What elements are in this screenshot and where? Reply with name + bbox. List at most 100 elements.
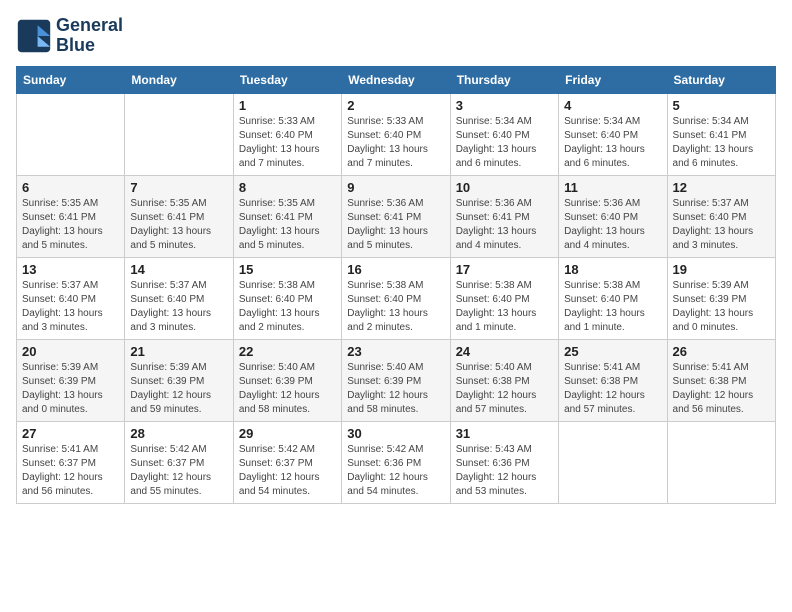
- day-number: 26: [673, 344, 770, 359]
- day-info: Sunrise: 5:33 AM Sunset: 6:40 PM Dayligh…: [347, 115, 444, 171]
- day-info: Sunrise: 5:40 AM Sunset: 6:38 PM Dayligh…: [456, 361, 553, 417]
- day-info: Sunrise: 5:36 AM Sunset: 6:41 PM Dayligh…: [347, 197, 444, 253]
- calendar-cell: 26 Sunrise: 5:41 AM Sunset: 6:38 PM Dayli…: [667, 339, 775, 421]
- day-number: 16: [347, 262, 444, 277]
- day-info: Sunrise: 5:41 AM Sunset: 6:38 PM Dayligh…: [564, 361, 661, 417]
- calendar-cell: 27 Sunrise: 5:41 AM Sunset: 6:37 PM Dayli…: [17, 421, 125, 503]
- day-info: Sunrise: 5:42 AM Sunset: 6:36 PM Dayligh…: [347, 443, 444, 499]
- calendar-header-sunday: Sunday: [17, 66, 125, 93]
- day-info: Sunrise: 5:39 AM Sunset: 6:39 PM Dayligh…: [22, 361, 119, 417]
- day-info: Sunrise: 5:43 AM Sunset: 6:36 PM Dayligh…: [456, 443, 553, 499]
- day-number: 20: [22, 344, 119, 359]
- calendar-cell: 1Sunrise: 5:33 AM Sunset: 6:40 PM Daylig…: [233, 93, 341, 175]
- calendar-cell: 25 Sunrise: 5:41 AM Sunset: 6:38 PM Dayli…: [559, 339, 667, 421]
- calendar-header-saturday: Saturday: [667, 66, 775, 93]
- day-number: 11: [564, 180, 661, 195]
- day-number: 17: [456, 262, 553, 277]
- day-number: 14: [130, 262, 227, 277]
- calendar-week-row: 13 Sunrise: 5:37 AM Sunset: 6:40 PM Dayli…: [17, 257, 776, 339]
- calendar-cell: [559, 421, 667, 503]
- day-number: 29: [239, 426, 336, 441]
- day-info: Sunrise: 5:41 AM Sunset: 6:38 PM Dayligh…: [673, 361, 770, 417]
- day-number: 9: [347, 180, 444, 195]
- day-number: 21: [130, 344, 227, 359]
- calendar-cell: 13 Sunrise: 5:37 AM Sunset: 6:40 PM Dayli…: [17, 257, 125, 339]
- calendar-cell: [17, 93, 125, 175]
- calendar-cell: 2 Sunrise: 5:33 AM Sunset: 6:40 PM Daylig…: [342, 93, 450, 175]
- calendar-header-row: SundayMondayTuesdayWednesdayThursdayFrid…: [17, 66, 776, 93]
- calendar-table: SundayMondayTuesdayWednesdayThursdayFrid…: [16, 66, 776, 504]
- calendar-week-row: 20 Sunrise: 5:39 AM Sunset: 6:39 PM Dayli…: [17, 339, 776, 421]
- calendar-cell: 5 Sunrise: 5:34 AM Sunset: 6:41 PM Daylig…: [667, 93, 775, 175]
- day-info: Sunrise: 5:37 AM Sunset: 6:40 PM Dayligh…: [22, 279, 119, 335]
- day-info: Sunrise: 5:34 AM Sunset: 6:41 PM Dayligh…: [673, 115, 770, 171]
- day-number: 23: [347, 344, 444, 359]
- day-number: 24: [456, 344, 553, 359]
- day-info: Sunrise: 5:36 AM Sunset: 6:40 PM Dayligh…: [564, 197, 661, 253]
- day-number: 10: [456, 180, 553, 195]
- day-number: 22: [239, 344, 336, 359]
- day-number: 13: [22, 262, 119, 277]
- day-info: Sunrise: 5:38 AM Sunset: 6:40 PM Dayligh…: [239, 279, 336, 335]
- logo: General Blue: [16, 16, 123, 56]
- day-info: Sunrise: 5:42 AM Sunset: 6:37 PM Dayligh…: [130, 443, 227, 499]
- calendar-header-friday: Friday: [559, 66, 667, 93]
- day-info: Sunrise: 5:38 AM Sunset: 6:40 PM Dayligh…: [347, 279, 444, 335]
- calendar-cell: 24 Sunrise: 5:40 AM Sunset: 6:38 PM Dayli…: [450, 339, 558, 421]
- day-number: 18: [564, 262, 661, 277]
- day-number: 2: [347, 98, 444, 113]
- day-number: 3: [456, 98, 553, 113]
- calendar-header-monday: Monday: [125, 66, 233, 93]
- day-info: Sunrise: 5:39 AM Sunset: 6:39 PM Dayligh…: [130, 361, 227, 417]
- calendar-header-tuesday: Tuesday: [233, 66, 341, 93]
- day-number: 31: [456, 426, 553, 441]
- calendar-cell: 8Sunrise: 5:35 AM Sunset: 6:41 PM Daylig…: [233, 175, 341, 257]
- day-number: 7: [130, 180, 227, 195]
- calendar-cell: 9 Sunrise: 5:36 AM Sunset: 6:41 PM Daylig…: [342, 175, 450, 257]
- calendar-cell: 23 Sunrise: 5:40 AM Sunset: 6:39 PM Dayli…: [342, 339, 450, 421]
- day-number: 6: [22, 180, 119, 195]
- day-info: Sunrise: 5:37 AM Sunset: 6:40 PM Dayligh…: [130, 279, 227, 335]
- day-info: Sunrise: 5:35 AM Sunset: 6:41 PM Dayligh…: [22, 197, 119, 253]
- calendar-cell: 21 Sunrise: 5:39 AM Sunset: 6:39 PM Dayli…: [125, 339, 233, 421]
- day-number: 27: [22, 426, 119, 441]
- page-header: General Blue: [16, 16, 776, 56]
- day-info: Sunrise: 5:41 AM Sunset: 6:37 PM Dayligh…: [22, 443, 119, 499]
- calendar-cell: 6 Sunrise: 5:35 AM Sunset: 6:41 PM Daylig…: [17, 175, 125, 257]
- day-info: Sunrise: 5:38 AM Sunset: 6:40 PM Dayligh…: [456, 279, 553, 335]
- calendar-cell: 7Sunrise: 5:35 AM Sunset: 6:41 PM Daylig…: [125, 175, 233, 257]
- calendar-cell: 10Sunrise: 5:36 AM Sunset: 6:41 PM Dayli…: [450, 175, 558, 257]
- calendar-cell: 14 Sunrise: 5:37 AM Sunset: 6:40 PM Dayli…: [125, 257, 233, 339]
- calendar-cell: 15 Sunrise: 5:38 AM Sunset: 6:40 PM Dayli…: [233, 257, 341, 339]
- day-number: 25: [564, 344, 661, 359]
- day-info: Sunrise: 5:34 AM Sunset: 6:40 PM Dayligh…: [564, 115, 661, 171]
- calendar-cell: 17 Sunrise: 5:38 AM Sunset: 6:40 PM Dayli…: [450, 257, 558, 339]
- day-number: 19: [673, 262, 770, 277]
- calendar-cell: 16 Sunrise: 5:38 AM Sunset: 6:40 PM Dayli…: [342, 257, 450, 339]
- day-number: 1: [239, 98, 336, 113]
- day-number: 15: [239, 262, 336, 277]
- day-info: Sunrise: 5:37 AM Sunset: 6:40 PM Dayligh…: [673, 197, 770, 253]
- calendar-week-row: 6 Sunrise: 5:35 AM Sunset: 6:41 PM Daylig…: [17, 175, 776, 257]
- calendar-cell: 11 Sunrise: 5:36 AM Sunset: 6:40 PM Dayli…: [559, 175, 667, 257]
- calendar-cell: 31 Sunrise: 5:43 AM Sunset: 6:36 PM Dayli…: [450, 421, 558, 503]
- day-number: 30: [347, 426, 444, 441]
- calendar-week-row: 1 Sunrise: 5:33 AM Sunset: 6:40 PM Daylig…: [17, 93, 776, 175]
- calendar-cell: 22 Sunrise: 5:40 AM Sunset: 6:39 PM Dayli…: [233, 339, 341, 421]
- calendar-cell: 4 Sunrise: 5:34 AM Sunset: 6:40 PM Daylig…: [559, 93, 667, 175]
- day-info: Sunrise: 5:40 AM Sunset: 6:39 PM Dayligh…: [239, 361, 336, 417]
- day-info: Sunrise: 5:42 AM Sunset: 6:37 PM Dayligh…: [239, 443, 336, 499]
- calendar-cell: 19 Sunrise: 5:39 AM Sunset: 6:39 PM Dayli…: [667, 257, 775, 339]
- calendar-header-thursday: Thursday: [450, 66, 558, 93]
- logo-text: General Blue: [56, 16, 123, 56]
- day-number: 4: [564, 98, 661, 113]
- calendar-cell: 3Sunrise: 5:34 AM Sunset: 6:40 PM Daylig…: [450, 93, 558, 175]
- calendar-cell: [125, 93, 233, 175]
- logo-icon: [16, 18, 52, 54]
- day-number: 8: [239, 180, 336, 195]
- day-info: Sunrise: 5:40 AM Sunset: 6:39 PM Dayligh…: [347, 361, 444, 417]
- calendar-cell: 18Sunrise: 5:38 AM Sunset: 6:40 PM Dayli…: [559, 257, 667, 339]
- calendar-cell: 29 Sunrise: 5:42 AM Sunset: 6:37 PM Dayli…: [233, 421, 341, 503]
- day-info: Sunrise: 5:39 AM Sunset: 6:39 PM Dayligh…: [673, 279, 770, 335]
- day-number: 5: [673, 98, 770, 113]
